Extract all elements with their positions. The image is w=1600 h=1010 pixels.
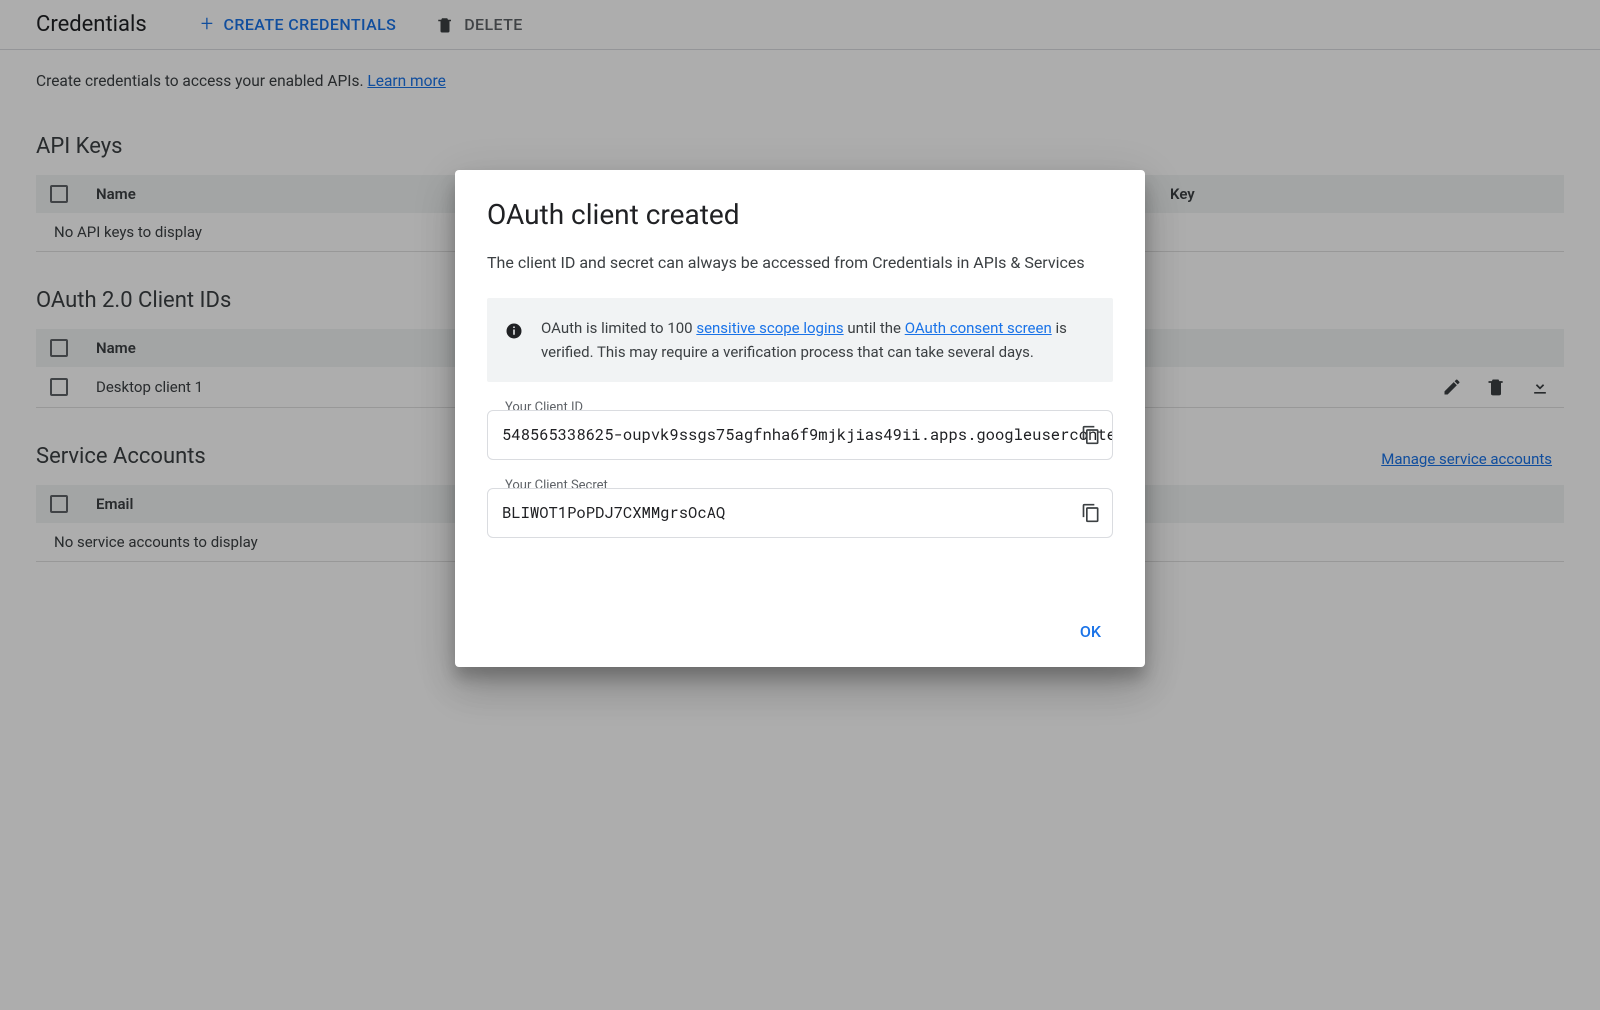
client-id-field: Your Client ID 548565338625-oupvk9ssgs75… xyxy=(487,410,1113,460)
dialog-title: OAuth client created xyxy=(487,198,1113,231)
copy-client-id-icon[interactable] xyxy=(1081,425,1101,445)
client-secret-field: Your Client Secret BLIWOT1PoPDJ7CXMMgrsO… xyxy=(487,488,1113,538)
modal-overlay[interactable]: OAuth client created The client ID and s… xyxy=(0,0,1600,1010)
client-id-value[interactable]: 548565338625-oupvk9ssgs75agfnha6f9mjkjia… xyxy=(487,410,1113,460)
info-banner: OAuth is limited to 100 sensitive scope … xyxy=(487,298,1113,382)
oauth-created-dialog: OAuth client created The client ID and s… xyxy=(455,170,1145,667)
client-secret-value[interactable]: BLIWOT1PoPDJ7CXMMgrsOcAQ xyxy=(487,488,1113,538)
sensitive-scope-logins-link[interactable]: sensitive scope logins xyxy=(696,319,843,337)
info-icon xyxy=(505,322,523,347)
oauth-consent-screen-link[interactable]: OAuth consent screen xyxy=(905,319,1052,337)
dialog-subtitle: The client ID and secret can always be a… xyxy=(487,251,1113,276)
ok-button[interactable]: OK xyxy=(1068,614,1113,649)
copy-client-secret-icon[interactable] xyxy=(1081,503,1101,523)
